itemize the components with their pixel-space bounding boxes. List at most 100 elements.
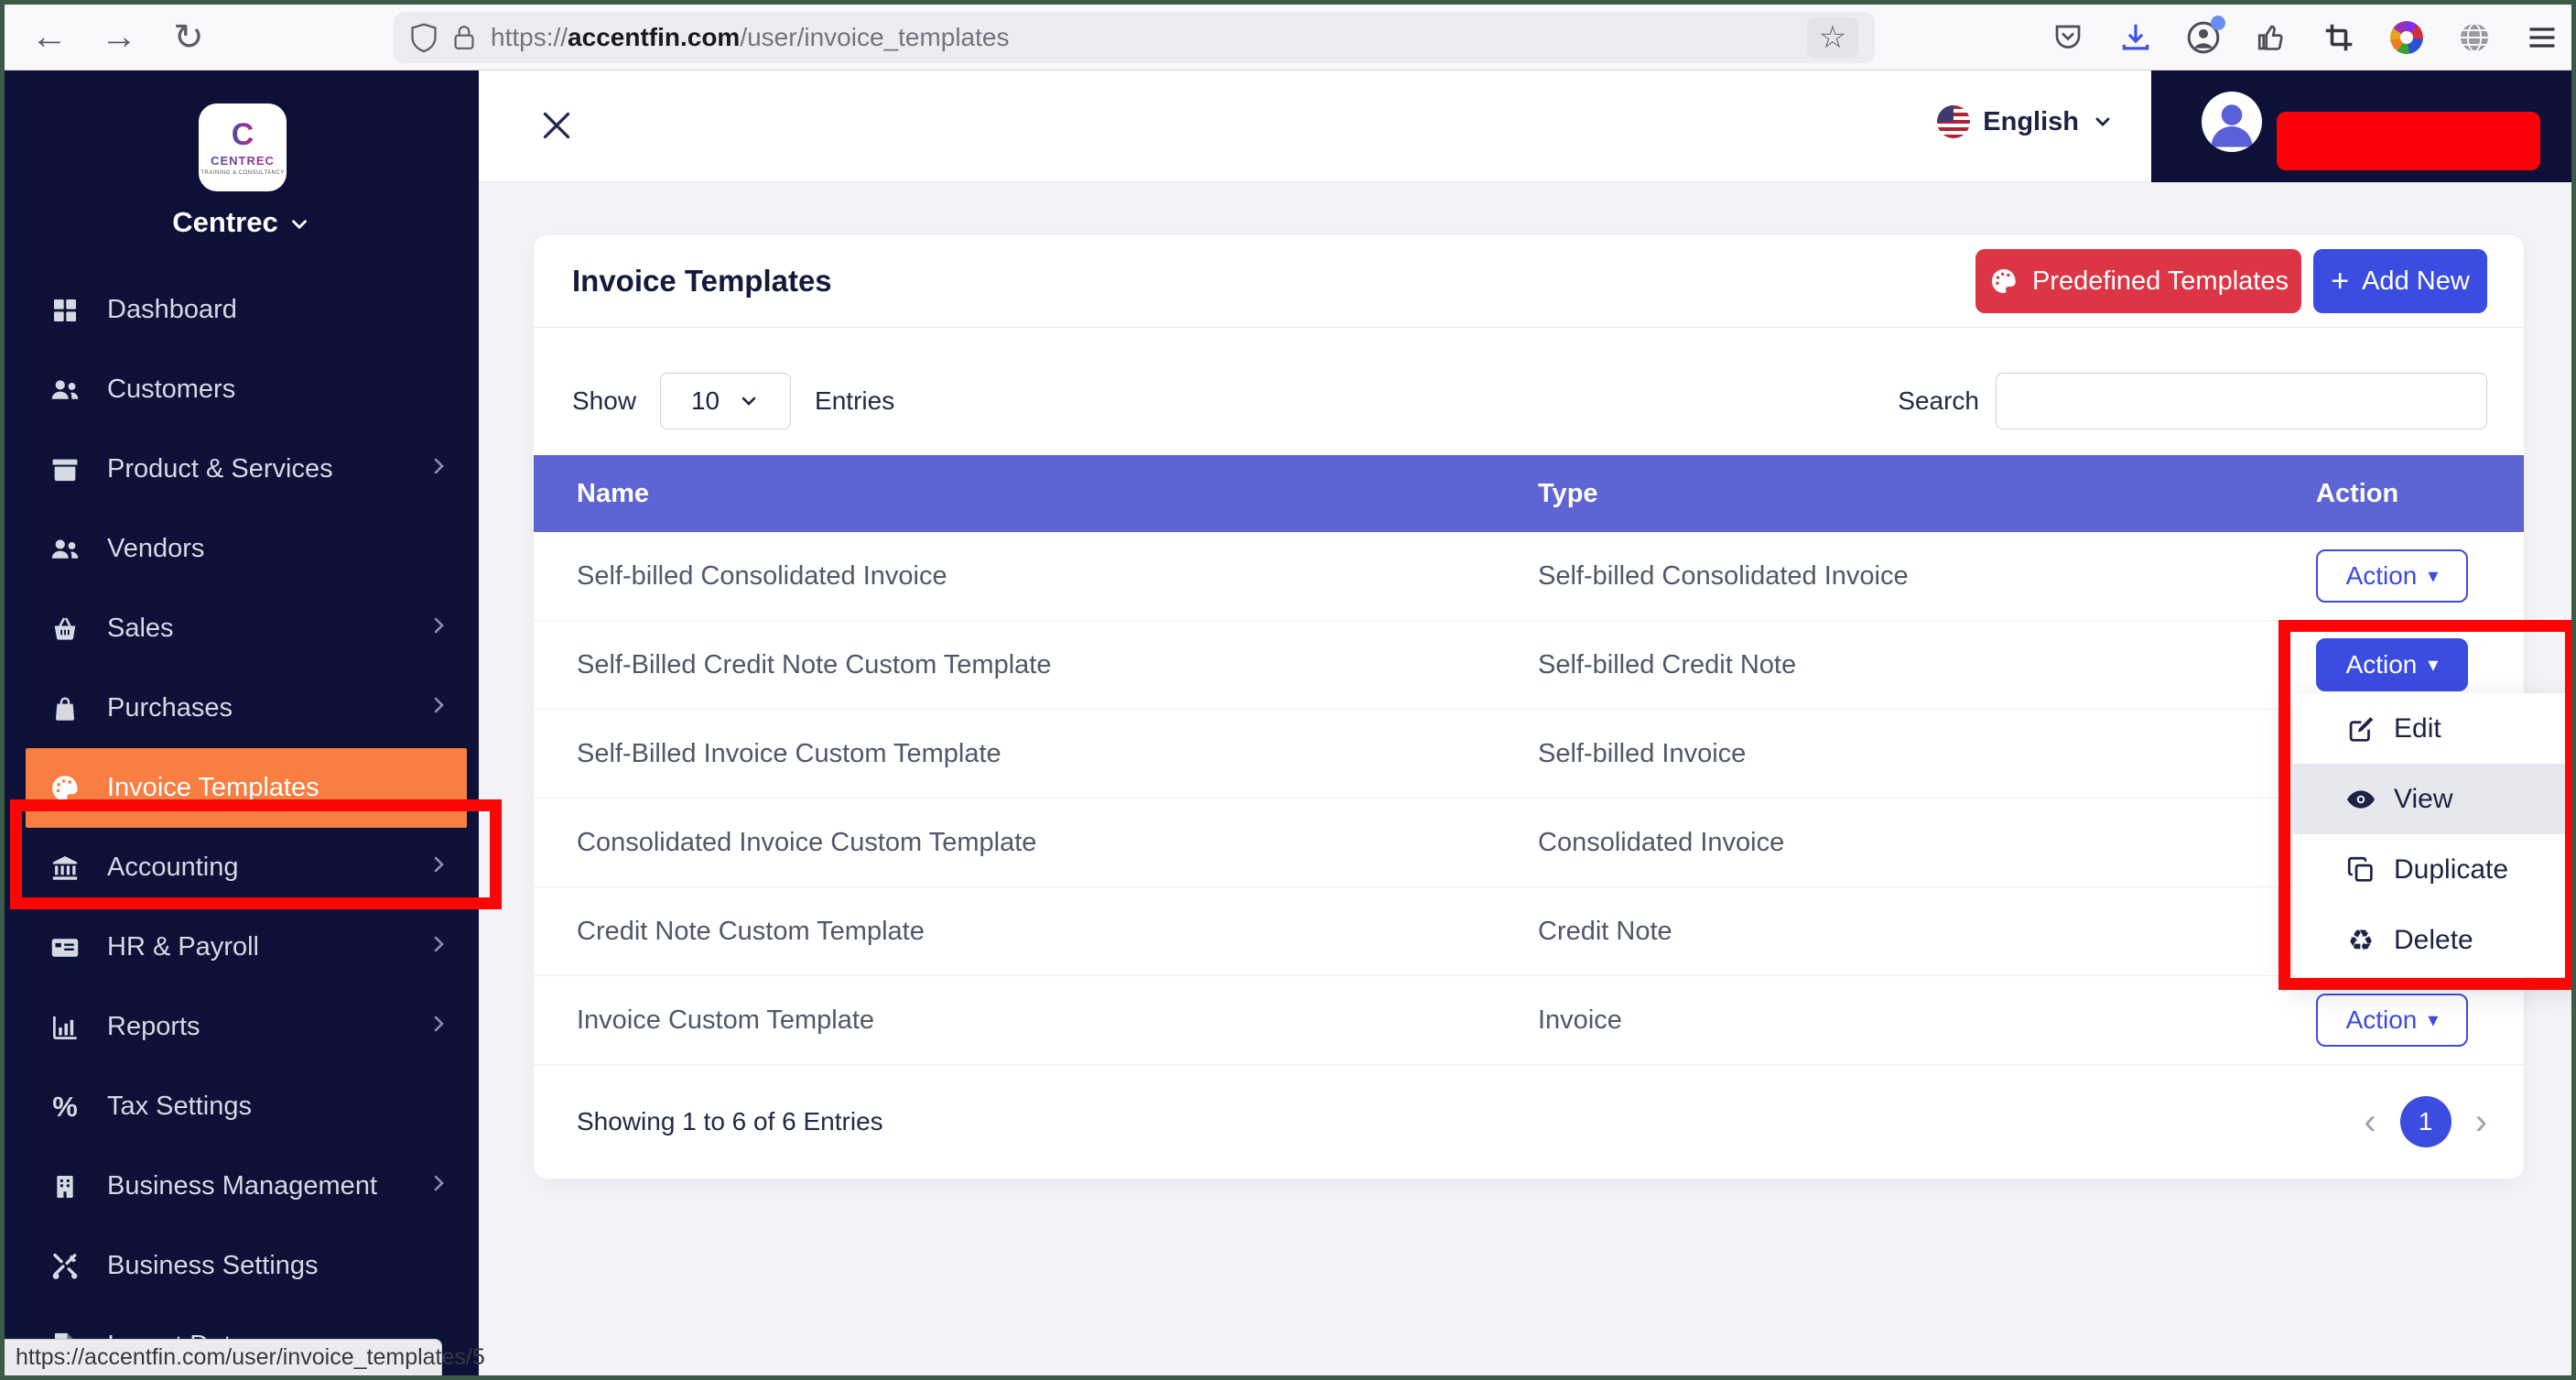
chevron-down-icon	[287, 212, 311, 236]
sidebar-item-dashboard[interactable]: Dashboard	[5, 270, 479, 350]
forward-icon[interactable]: →	[94, 13, 144, 62]
chevron-right-icon	[428, 614, 449, 644]
avatar[interactable]	[2202, 92, 2262, 152]
percent-icon: %	[47, 1092, 83, 1121]
sidebar-item-label: Product & Services	[107, 454, 333, 484]
sidebar-item-reports[interactable]: Reports	[5, 987, 479, 1067]
sidebar-item-hr-payroll[interactable]: HR & Payroll	[5, 907, 479, 987]
org-switcher[interactable]: Centrec	[5, 206, 479, 239]
back-icon[interactable]: ←	[25, 13, 74, 62]
browser-toolbar: ← → ↻ https://accentfin.com/user/invoice…	[5, 5, 2571, 71]
crop-icon[interactable]	[2319, 17, 2359, 58]
chevron-right-icon	[428, 693, 449, 723]
chevron-down-icon	[2092, 111, 2114, 133]
column-header-name: Name	[577, 479, 1538, 509]
sidebar-item-product-services[interactable]: Product & Services	[5, 429, 479, 509]
dropdown-item-delete[interactable]: ♻ Delete	[2293, 905, 2576, 975]
sidebar-item-invoice-templates[interactable]: Invoice Templates	[26, 748, 467, 828]
lock-icon	[452, 23, 476, 52]
table-body: Self-billed Consolidated Invoice Self-bi…	[534, 532, 2524, 1065]
sidebar-item-customers[interactable]: Customers	[5, 350, 479, 429]
duplicate-icon	[2344, 854, 2377, 886]
sidebar-item-business-management[interactable]: Business Management	[5, 1146, 479, 1226]
table-header: Name Type Action	[534, 455, 2524, 532]
account-icon[interactable]	[2183, 17, 2224, 58]
language-label: English	[1983, 107, 2079, 137]
table-row: Self-Billed Credit Note Custom Template …	[534, 621, 2524, 710]
dropdown-item-edit[interactable]: Edit	[2293, 693, 2576, 764]
palette-icon	[47, 772, 83, 805]
company-logo[interactable]: C CENTREC TRAINING & CONSULTANCY	[199, 103, 287, 191]
next-page-icon[interactable]: ›	[2475, 1102, 2487, 1143]
sidebar-item-tax-settings[interactable]: % Tax Settings	[5, 1067, 479, 1146]
add-new-button[interactable]: + Add New	[2313, 249, 2487, 313]
cell-type: Invoice	[1538, 1005, 2316, 1036]
dropdown-item-duplicate[interactable]: Duplicate	[2293, 834, 2576, 905]
sidebar-item-label: Tax Settings	[107, 1092, 252, 1122]
sidebar: C CENTREC TRAINING & CONSULTANCY Centrec…	[5, 71, 479, 1380]
search-input[interactable]	[1996, 373, 2487, 429]
color-wheel-icon[interactable]	[2387, 17, 2427, 58]
bookmark-star-icon[interactable]: ☆	[1807, 17, 1858, 58]
sidebar-item-label: Business Management	[107, 1171, 377, 1201]
tools-icon	[47, 1251, 83, 1282]
chevron-right-icon	[428, 932, 449, 962]
sidebar-item-label: Reports	[107, 1012, 200, 1042]
invoice-templates-card: Invoice Templates Predefined Templates +…	[534, 235, 2524, 1179]
action-dropdown-menu: Edit View Duplicate ♻ Delete	[2293, 693, 2576, 977]
reload-icon[interactable]: ↻	[164, 13, 213, 62]
sidebar-item-business-settings[interactable]: Business Settings	[5, 1226, 479, 1306]
eye-icon	[2344, 783, 2377, 816]
prev-page-icon[interactable]: ‹	[2364, 1102, 2376, 1143]
per-page-select[interactable]: 10	[660, 373, 791, 429]
chevron-right-icon	[428, 454, 449, 484]
dropdown-item-label: Edit	[2394, 713, 2441, 744]
dropdown-item-label: Delete	[2394, 925, 2473, 956]
address-bar[interactable]: https://accentfin.com/user/invoice_templ…	[394, 12, 1875, 63]
dropdown-item-view[interactable]: View	[2293, 764, 2576, 834]
download-icon[interactable]	[2116, 17, 2156, 58]
chevron-right-icon	[428, 853, 449, 883]
logo-mark: C	[232, 119, 254, 150]
language-selector[interactable]: English	[1937, 105, 2114, 138]
sidebar-nav: Dashboard Customers Product & Services V…	[5, 270, 479, 1380]
cell-name: Credit Note Custom Template	[577, 917, 1538, 947]
cell-name: Self-Billed Invoice Custom Template	[577, 739, 1538, 769]
cell-name: Self-Billed Credit Note Custom Template	[577, 650, 1538, 680]
predefined-templates-button[interactable]: Predefined Templates	[1975, 249, 2301, 313]
cell-name: Consolidated Invoice Custom Template	[577, 828, 1538, 858]
sidebar-item-label: Business Settings	[107, 1251, 319, 1281]
showing-entries-text: Showing 1 to 6 of 6 Entries	[577, 1107, 883, 1136]
browser-actions	[2048, 5, 2562, 71]
sidebar-item-label: Invoice Templates	[107, 773, 319, 803]
page-number[interactable]: 1	[2400, 1096, 2452, 1147]
logo-tagline: TRAINING & CONSULTANCY	[200, 170, 284, 176]
menu-icon[interactable]	[2522, 17, 2562, 58]
entries-label: Entries	[815, 386, 894, 416]
palette-icon	[1988, 266, 2019, 297]
dropdown-item-label: View	[2394, 784, 2452, 815]
sidebar-item-vendors[interactable]: Vendors	[5, 509, 479, 589]
sidebar-item-label: Accounting	[107, 853, 239, 883]
sidebar-item-purchases[interactable]: Purchases	[5, 668, 479, 748]
action-button[interactable]: Action▾	[2316, 549, 2468, 603]
pocket-icon[interactable]	[2048, 17, 2088, 58]
chevron-right-icon	[428, 1012, 449, 1042]
sidebar-item-label: Customers	[107, 375, 235, 405]
sidebar-item-label: HR & Payroll	[107, 932, 259, 962]
cell-type: Self-billed Invoice	[1538, 739, 2316, 769]
cell-name: Invoice Custom Template	[577, 1005, 1538, 1036]
thumbs-up-icon[interactable]	[2251, 17, 2291, 58]
sidebar-item-accounting[interactable]: Accounting	[5, 828, 479, 907]
action-button-open[interactable]: Action▾	[2316, 638, 2468, 691]
table-row: Self-Billed Invoice Custom Template Self…	[534, 710, 2524, 799]
building-icon	[47, 1172, 83, 1201]
action-button[interactable]: Action▾	[2316, 994, 2468, 1047]
close-icon[interactable]	[538, 107, 575, 148]
pagination: ‹ 1 ›	[2364, 1096, 2487, 1147]
globe-icon[interactable]	[2454, 17, 2495, 58]
sidebar-item-sales[interactable]: Sales	[5, 589, 479, 668]
chevron-down-icon	[738, 390, 760, 412]
caret-down-icon: ▾	[2428, 564, 2438, 588]
link-preview-tooltip: https://accentfin.com/user/invoice_templ…	[5, 1339, 442, 1375]
